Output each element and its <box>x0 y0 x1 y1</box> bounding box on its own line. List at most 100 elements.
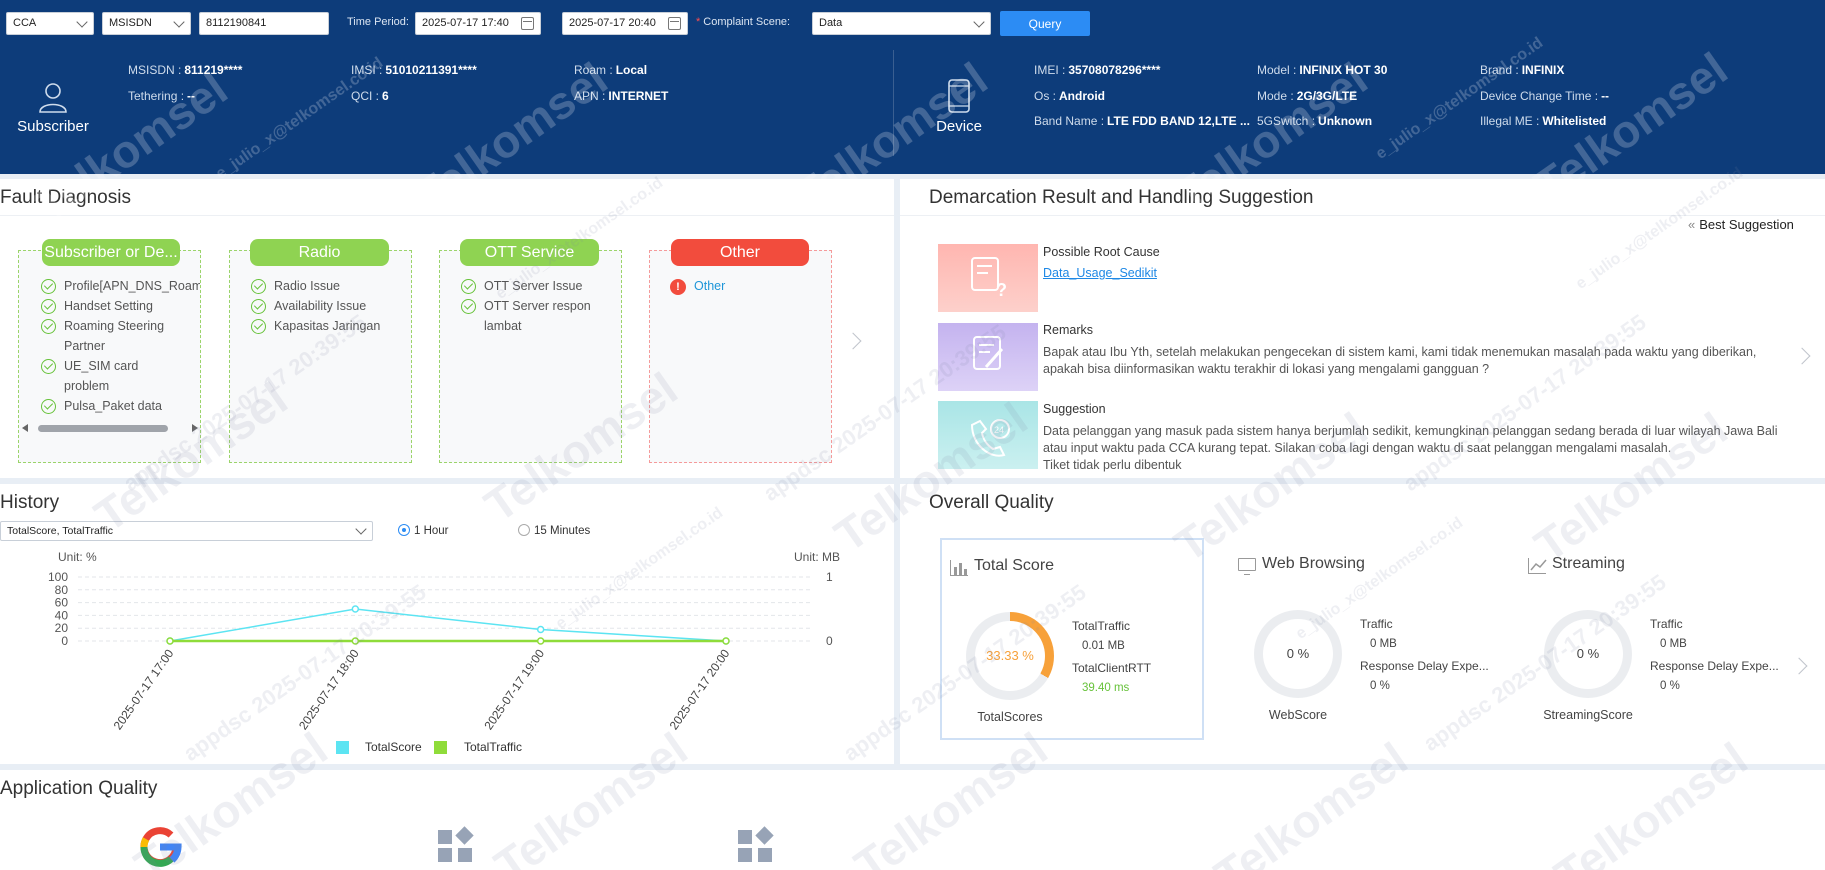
bar-chart-icon <box>950 560 968 576</box>
app-grid-icon[interactable] <box>436 826 476 866</box>
fault-item[interactable]: UE_SIM card <box>64 356 138 376</box>
chevron-down-icon <box>173 16 185 28</box>
calendar-icon <box>521 17 534 30</box>
fault-item-cont: problem <box>64 379 110 393</box>
id-type-select[interactable]: MSISDN <box>102 12 191 35</box>
device-label: Device <box>936 118 982 135</box>
document-question-icon: ? <box>971 257 1007 300</box>
fault-header-subscriber[interactable]: Subscriber or De... <box>42 239 180 266</box>
horizontal-scrollbar[interactable] <box>22 422 198 434</box>
system-select[interactable]: CCA <box>6 12 94 35</box>
overall-quality-panel: Overall Quality Total Score 33.33 % Tota… <box>900 484 1825 764</box>
monitor-icon <box>1238 558 1256 575</box>
radio-1-hour[interactable]: 1 Hour <box>398 524 449 537</box>
suggestion-text: Data pelanggan yang masuk pada sistem ha… <box>1043 424 1778 455</box>
check-icon <box>251 279 266 294</box>
remarks-text: Bapak atau Ibu Yth, setelah melakukan pe… <box>1043 345 1757 376</box>
quality-card-web[interactable]: Web Browsing 0 % WebScore Traffic 0 MB R… <box>1230 538 1494 740</box>
complaint-scene-label: * Complaint Scene: <box>696 16 791 28</box>
msisdn-input[interactable]: 8112190841 <box>199 12 329 35</box>
data-point[interactable] <box>536 637 545 645</box>
metric-value: 0 MB <box>1370 638 1397 650</box>
field-illegal-me: Illegal ME : Whitelisted <box>1480 114 1607 128</box>
legend-swatch-totaltraffic <box>434 741 447 754</box>
device-block: Device <box>924 78 994 135</box>
radio-15-minutes[interactable]: 15 Minutes <box>518 524 590 537</box>
check-icon <box>41 399 56 414</box>
next-arrow-icon[interactable] <box>1790 657 1808 675</box>
fault-diagnosis-panel: Fault Diagnosis Subscriber or De... Prof… <box>0 179 894 478</box>
x-tick-label: 2025-07-17 20:00 <box>667 646 733 732</box>
metric-select[interactable]: TotalScore, TotalTraffic <box>0 521 373 541</box>
scroll-right-icon[interactable] <box>192 424 198 432</box>
score-ring: 0 % <box>1544 610 1632 698</box>
best-suggestion-link[interactable]: «Best Suggestion <box>1688 217 1794 232</box>
overall-quality-title: Overall Quality <box>929 492 1054 513</box>
history-line-chart: Unit: % Unit: MB 10080604020010 2025-07-… <box>48 550 840 732</box>
data-point[interactable] <box>722 637 730 645</box>
user-icon <box>39 83 67 113</box>
next-arrow-icon[interactable] <box>1793 347 1811 365</box>
svg-text:?: ? <box>996 280 1007 300</box>
google-icon[interactable] <box>138 825 182 869</box>
end-time-input[interactable]: 2025-07-17 20:40 <box>562 12 688 35</box>
data-point[interactable] <box>351 605 360 613</box>
radio-unselected-icon <box>518 524 530 536</box>
app-grid-icon[interactable] <box>736 826 776 866</box>
field-qci: QCI :6 <box>351 89 389 103</box>
quality-card-title: Total Score <box>974 557 1055 574</box>
fault-item-other[interactable]: Other <box>694 276 725 296</box>
root-cause-link[interactable]: Data_Usage_Sedikit <box>1043 266 1157 280</box>
data-point[interactable] <box>351 637 360 645</box>
field-tethering: Tethering : -- <box>128 89 196 103</box>
query-button[interactable]: Query <box>1000 11 1090 36</box>
fault-item[interactable]: Pulsa_Paket data <box>64 396 162 416</box>
fault-item[interactable]: Profile[APN_DNS_Roam <box>64 276 200 296</box>
chevron-down-icon <box>973 16 985 28</box>
double-chevron-left-icon: « <box>1688 217 1696 232</box>
fault-header-other[interactable]: Other <box>671 239 809 266</box>
fault-item[interactable]: Availability Issue <box>274 296 366 316</box>
complaint-scene-select[interactable]: Data <box>812 12 991 35</box>
legend-label-totaltraffic[interactable]: TotalTraffic <box>464 740 522 754</box>
series-line-totalscore <box>169 608 727 642</box>
field-model: Model : INFINIX HOT 30 <box>1257 63 1388 77</box>
check-icon <box>461 279 476 294</box>
fault-diagnosis-title: Fault Diagnosis <box>0 187 131 208</box>
scroll-left-icon[interactable] <box>22 424 28 432</box>
check-icon <box>41 359 56 374</box>
fault-item[interactable]: Kapasitas Jaringan <box>274 316 380 336</box>
next-arrow-icon[interactable] <box>844 332 862 350</box>
data-point[interactable] <box>166 637 174 645</box>
header-divider <box>893 50 894 156</box>
y-tick-label: 0 <box>61 634 68 648</box>
fault-item[interactable]: OTT Server respon <box>484 296 591 316</box>
scroll-thumb[interactable] <box>38 425 168 432</box>
history-panel: History TotalScore, TotalTraffic 1 Hour … <box>0 484 894 764</box>
remarks-illustration <box>938 323 1038 391</box>
legend-label-totalscore[interactable]: TotalScore <box>365 740 422 754</box>
time-period-label: Time Period: <box>347 16 409 28</box>
fault-header-radio[interactable]: Radio <box>250 239 389 266</box>
fault-item[interactable]: Handset Setting <box>64 296 153 316</box>
suggestion-text-note: Tiket tidak perlu dibentuk <box>1043 458 1182 472</box>
data-point[interactable] <box>536 625 545 634</box>
quality-card-streaming[interactable]: Streaming 0 % StreamingScore Traffic 0 M… <box>1520 538 1784 740</box>
fault-item[interactable]: Roaming Steering <box>64 316 164 336</box>
application-quality-panel: Application Quality <box>0 770 1825 870</box>
field-apn: APN : INTERNET <box>574 89 669 103</box>
quality-card-title: Web Browsing <box>1262 555 1365 572</box>
quality-card-title: Streaming <box>1552 555 1625 572</box>
start-time-input[interactable]: 2025-07-17 17:40 <box>415 12 541 35</box>
metric-value: 0 MB <box>1660 638 1687 650</box>
quality-card-total[interactable]: Total Score 33.33 % TotalScores TotalTra… <box>940 538 1204 740</box>
fault-header-ott[interactable]: OTT Service <box>460 239 599 266</box>
demarcation-title: Demarcation Result and Handling Suggesti… <box>929 187 1314 208</box>
metric-value: 39.40 ms <box>1082 682 1130 694</box>
metric-key: Response Delay Expe... <box>1650 659 1779 673</box>
fault-item[interactable]: Radio Issue <box>274 276 340 296</box>
check-icon <box>41 299 56 314</box>
query-toolbar: CCA MSISDN 8112190841 Time Period: 2025-… <box>0 0 1825 40</box>
fault-item[interactable]: OTT Server Issue <box>484 276 582 296</box>
chevron-down-icon <box>355 523 367 535</box>
